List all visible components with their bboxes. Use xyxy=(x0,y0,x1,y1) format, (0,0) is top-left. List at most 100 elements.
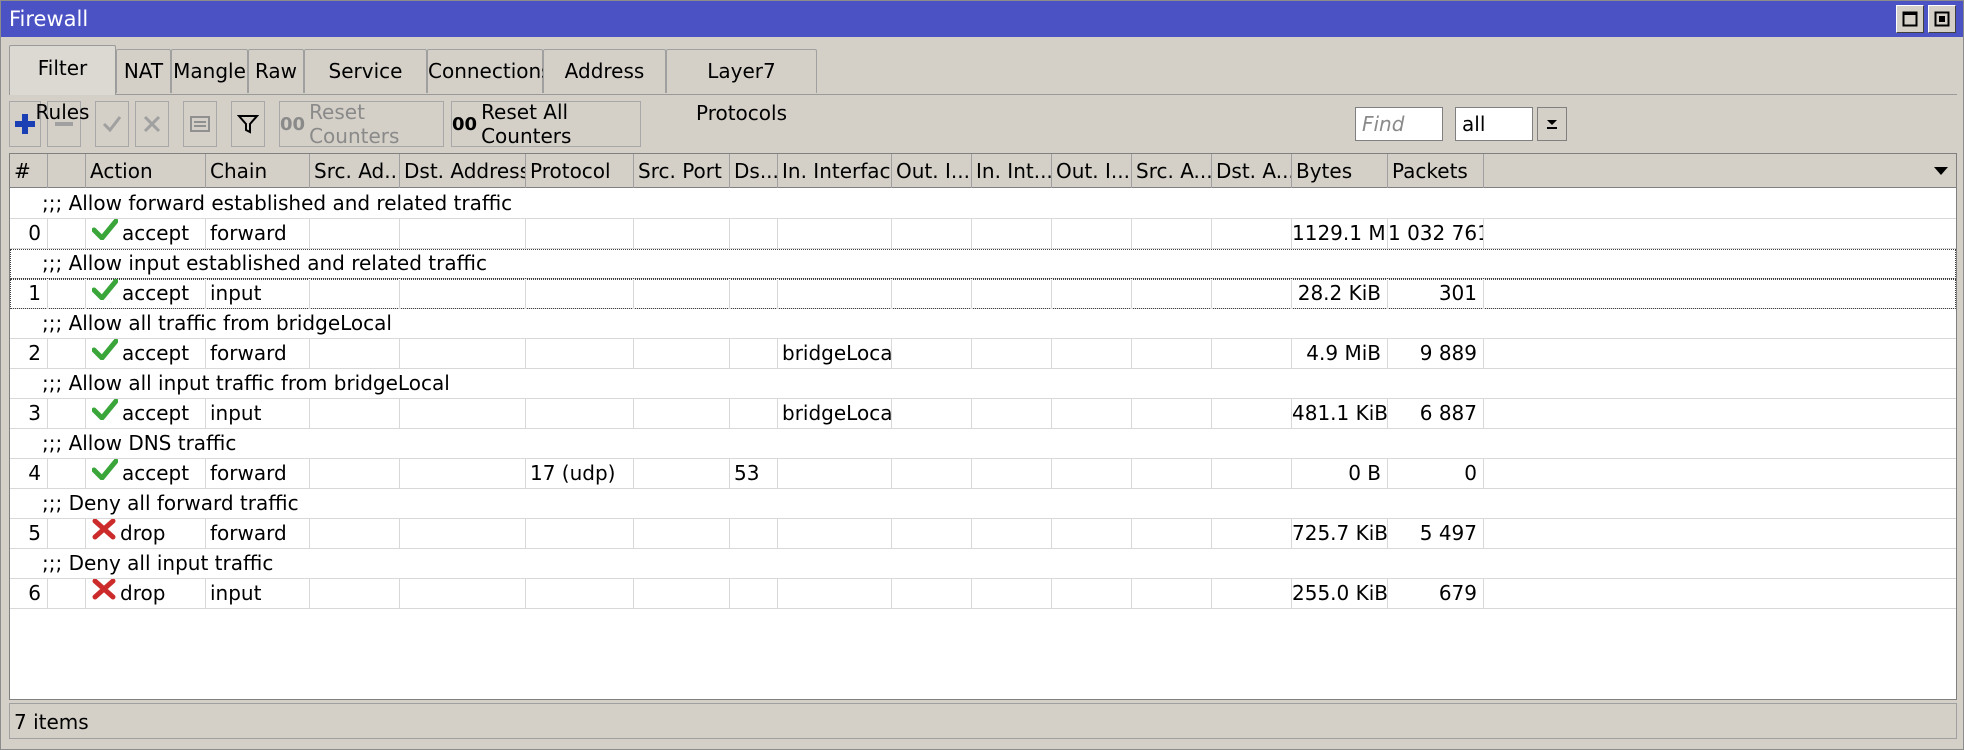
accept-icon xyxy=(91,219,119,240)
reset-counters-label: Reset Counters xyxy=(309,100,400,148)
rule-comment-row[interactable]: ;;; Deny all input traffic xyxy=(10,549,1956,579)
tab-raw[interactable]: Raw xyxy=(248,49,304,93)
tab-connections[interactable]: Connections xyxy=(427,49,552,93)
cell-protocol xyxy=(526,399,634,429)
col-number[interactable]: # xyxy=(10,154,48,188)
cell-flags xyxy=(48,459,86,489)
rule-comment-row[interactable]: ;;; Allow all input traffic from bridgeL… xyxy=(10,369,1956,399)
counter-glyph: 00 xyxy=(280,113,306,135)
col-in-interface-list[interactable]: In. Int... xyxy=(972,154,1052,188)
cell-action: accept xyxy=(86,219,206,249)
cell-out-interface xyxy=(892,459,972,489)
cell-src-address xyxy=(310,459,400,489)
action-label: accept xyxy=(122,341,190,365)
disable-button[interactable] xyxy=(135,101,169,147)
cell-src-port xyxy=(634,399,730,429)
cell-dst-address xyxy=(400,519,526,549)
col-src-address[interactable]: Src. Ad... xyxy=(310,154,400,188)
cell-src-address-list xyxy=(1132,399,1212,429)
cell-bytes: 255.0 KiB xyxy=(1292,579,1388,609)
x-icon xyxy=(143,115,161,133)
table-row[interactable]: 1 accept input 28.2 KiB 301 xyxy=(10,279,1956,309)
col-out-interface[interactable]: Out. I... xyxy=(892,154,972,188)
chevron-down-icon xyxy=(1547,120,1557,129)
col-src-address-list[interactable]: Src. A... xyxy=(1132,154,1212,188)
close-button[interactable] xyxy=(1928,5,1956,33)
find-input[interactable]: Find xyxy=(1355,107,1443,141)
cell-protocol xyxy=(526,279,634,309)
cell-packets: 6 887 xyxy=(1388,399,1484,429)
tab-mangle[interactable]: Mangle xyxy=(171,49,248,93)
col-dst-address[interactable]: Dst. Address xyxy=(400,154,526,188)
scope-select[interactable]: all xyxy=(1455,107,1533,141)
rule-comment-row[interactable]: ;;; Allow all traffic from bridgeLocal xyxy=(10,309,1956,339)
col-dst-port[interactable]: Ds... xyxy=(730,154,778,188)
column-menu-button[interactable] xyxy=(1926,154,1956,188)
maximize-button[interactable] xyxy=(1896,5,1924,33)
table-row[interactable]: 4 accept forward 17 (udp) 53 0 B0 xyxy=(10,459,1956,489)
rule-comment-row[interactable]: ;;; Allow forward established and relate… xyxy=(10,189,1956,219)
cell-dst-port xyxy=(730,579,778,609)
col-flags[interactable] xyxy=(48,154,86,188)
drop-icon xyxy=(92,519,116,539)
col-src-port[interactable]: Src. Port xyxy=(634,154,730,188)
cell-in-interface xyxy=(778,459,892,489)
cell-src-address xyxy=(310,399,400,429)
tab-layer7-protocols[interactable]: Layer7 Protocols xyxy=(666,49,817,125)
cell-flags xyxy=(48,279,86,309)
cell-chain: forward xyxy=(206,219,310,249)
cell-src-address-list xyxy=(1132,219,1212,249)
rules-table: # Action Chain Src. Ad... Dst. Address P… xyxy=(9,153,1957,700)
cell-number: 6 xyxy=(10,579,48,609)
col-bytes[interactable]: Bytes xyxy=(1292,154,1388,188)
table-row[interactable]: 6 drop input 255.0 KiB 679 xyxy=(10,579,1956,609)
accept-icon xyxy=(91,279,119,300)
tab-filter-rules[interactable]: Filter Rules xyxy=(9,45,116,124)
cell-in-interface: bridgeLocal xyxy=(778,399,892,429)
rule-comment: ;;; Allow all traffic from bridgeLocal xyxy=(42,311,392,335)
col-action[interactable]: Action xyxy=(86,154,206,188)
cell-out-interface-list xyxy=(1052,279,1132,309)
reset-counters-button[interactable]: 00 Reset Counters xyxy=(279,100,444,148)
col-packets[interactable]: Packets xyxy=(1388,154,1484,188)
rule-comment-row[interactable]: ;;; Deny all forward traffic xyxy=(10,489,1956,519)
enable-button[interactable] xyxy=(95,101,129,147)
comment-icon xyxy=(190,116,210,132)
col-dst-address-list[interactable]: Dst. A... xyxy=(1212,154,1292,188)
cell-number: 0 xyxy=(10,219,48,249)
table-row[interactable]: 0 accept forward 1129.1 MiB1 032 761 xyxy=(10,219,1956,249)
rule-comment-row[interactable]: ;;; Allow input established and related … xyxy=(10,249,1956,279)
col-chain[interactable]: Chain xyxy=(206,154,310,188)
tab-address-lists[interactable]: Address Lists xyxy=(543,49,666,125)
tab-nat[interactable]: NAT xyxy=(116,49,171,93)
cell-chain: input xyxy=(206,399,310,429)
reset-all-counters-button[interactable]: 00 Reset All Counters xyxy=(451,100,641,148)
cell-in-interface xyxy=(778,579,892,609)
accept-icon xyxy=(91,459,119,488)
cell-src-address xyxy=(310,219,400,249)
accept-icon xyxy=(91,399,119,420)
action-label: accept xyxy=(122,401,190,425)
tab-service-ports[interactable]: Service Ports xyxy=(304,49,427,125)
cell-flags xyxy=(48,399,86,429)
cell-in-interface xyxy=(778,279,892,309)
cell-action: accept xyxy=(86,399,206,429)
cell-in-interface-list xyxy=(972,219,1052,249)
table-row[interactable]: 3 accept input bridgeLocal 481.1 KiB 6 887 xyxy=(10,399,1956,429)
cell-in-interface-list xyxy=(972,459,1052,489)
filter-button[interactable] xyxy=(231,101,265,147)
comment-button[interactable] xyxy=(183,101,217,147)
cell-dst-port xyxy=(730,339,778,369)
cell-out-interface xyxy=(892,399,972,429)
col-out-interface-list[interactable]: Out. I... xyxy=(1052,154,1132,188)
action-label: accept xyxy=(122,281,190,305)
table-row[interactable]: 2 accept forward bridgeLocal 4.9 MiB 9 889 xyxy=(10,339,1956,369)
cell-bytes: 1129.1 MiB xyxy=(1292,219,1388,249)
col-protocol[interactable]: Protocol xyxy=(526,154,634,188)
table-row[interactable]: 5 drop forward 725.7 KiB 5 497 xyxy=(10,519,1956,549)
col-in-interface[interactable]: In. Interface xyxy=(778,154,892,188)
cell-src-port xyxy=(634,579,730,609)
title-bar[interactable]: Firewall xyxy=(1,1,1963,37)
scope-dropdown-button[interactable] xyxy=(1537,107,1567,141)
rule-comment-row[interactable]: ;;; Allow DNS traffic xyxy=(10,429,1956,459)
